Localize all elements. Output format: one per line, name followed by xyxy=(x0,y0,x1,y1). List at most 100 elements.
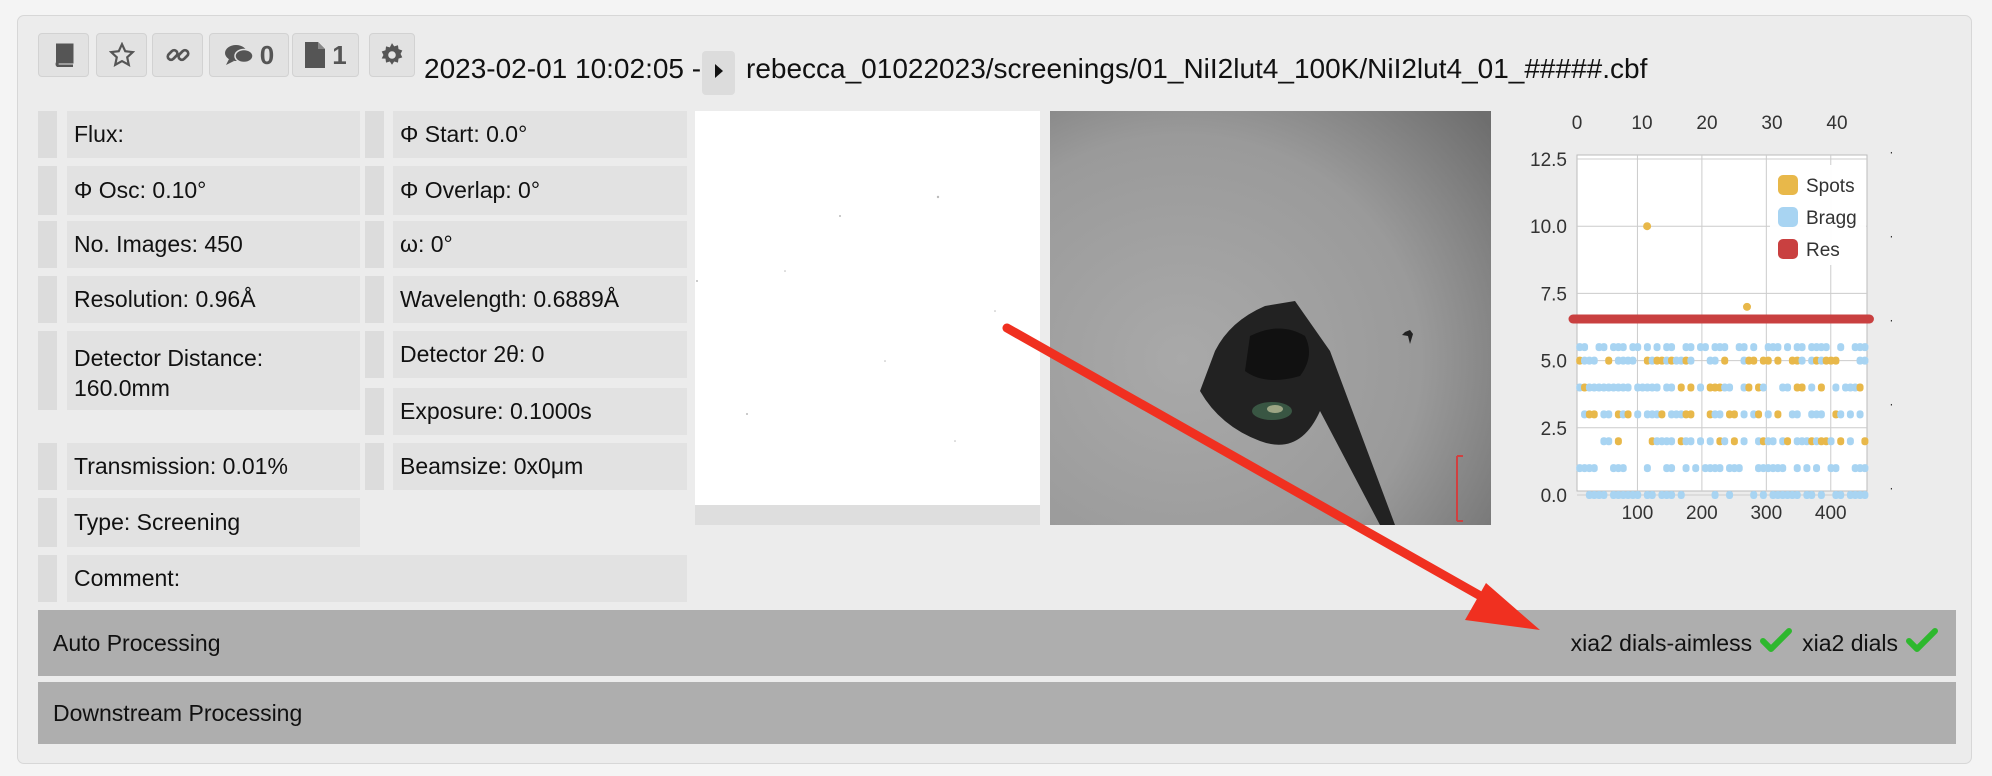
logbook-button[interactable] xyxy=(38,33,89,77)
data-point xyxy=(1793,464,1801,473)
y-right-tick-label: -1.000 xyxy=(1890,310,1892,331)
x-bottom-tick-label: 200 xyxy=(1686,503,1718,524)
data-point xyxy=(1832,356,1840,365)
data-point xyxy=(1643,464,1651,473)
data-point xyxy=(1590,356,1598,365)
settings-button[interactable] xyxy=(369,33,415,77)
row-handle xyxy=(38,331,57,410)
comments-button[interactable]: 0 xyxy=(209,33,289,77)
legend-swatch xyxy=(1778,239,1798,259)
data-point xyxy=(1697,437,1705,446)
data-point xyxy=(1764,356,1772,365)
comments-count: 0 xyxy=(259,39,275,70)
attachments-count: 1 xyxy=(332,39,347,70)
data-point xyxy=(1711,356,1719,365)
data-point xyxy=(1817,491,1825,499)
attachments-button[interactable]: 1 xyxy=(292,33,359,77)
data-point xyxy=(1730,437,1738,446)
data-point xyxy=(1784,437,1792,446)
data-point xyxy=(1634,410,1642,419)
data-point xyxy=(1706,437,1714,446)
comments-icon xyxy=(224,43,254,67)
processing-status-item[interactable]: xia2 dials-aimless xyxy=(1571,627,1793,659)
x-top-tick-label: 30 xyxy=(1761,113,1782,134)
data-point xyxy=(1861,437,1869,446)
y-left-tick-label: 12.5 xyxy=(1530,150,1567,171)
data-point xyxy=(1629,356,1637,365)
data-point xyxy=(1614,437,1622,446)
processing-status-item[interactable]: xia2 dials xyxy=(1802,627,1938,659)
expand-path-button[interactable] xyxy=(702,51,735,95)
data-point xyxy=(1793,491,1801,499)
permalink-button[interactable] xyxy=(152,33,203,77)
data-point xyxy=(1605,410,1613,419)
data-point xyxy=(1726,383,1734,392)
downstream-processing-section[interactable]: Downstream Processing xyxy=(38,682,1956,744)
omega-value: ω: 0° xyxy=(393,221,687,268)
y-right-tick-label: -1.010 xyxy=(1890,142,1892,163)
gear-icon xyxy=(379,42,405,68)
data-point xyxy=(1687,383,1695,392)
y-right-tick-label: -0.995 xyxy=(1890,394,1892,415)
row-handle xyxy=(365,388,384,435)
downstream-processing-label: Downstream Processing xyxy=(53,699,303,726)
data-point xyxy=(1605,356,1613,365)
data-point xyxy=(1837,491,1845,499)
comment-value[interactable]: Comment: xyxy=(67,555,687,602)
exposure-value: Exposure: 0.1000s xyxy=(393,388,687,435)
row-handle xyxy=(38,443,57,490)
data-point xyxy=(1769,437,1777,446)
legend-label: Res xyxy=(1806,240,1840,261)
data-point xyxy=(1668,464,1676,473)
data-point xyxy=(1813,464,1821,473)
crystal-snapshot[interactable] xyxy=(1050,111,1491,525)
transmission-value: Transmission: 0.01% xyxy=(67,443,360,490)
x-bottom-tick-label: 100 xyxy=(1622,503,1654,524)
data-point xyxy=(1600,491,1608,499)
row-handle xyxy=(365,111,384,158)
data-point xyxy=(1755,410,1763,419)
data-point xyxy=(1687,356,1695,365)
experiment-type-value: Type: Screening xyxy=(67,498,360,547)
data-point xyxy=(1745,383,1753,392)
data-point xyxy=(1784,383,1792,392)
data-point xyxy=(1687,437,1695,446)
favourite-button[interactable] xyxy=(96,33,147,77)
data-point xyxy=(1803,464,1811,473)
row-handle xyxy=(38,555,57,602)
data-point xyxy=(1750,343,1758,352)
x-bottom-tick-label: 300 xyxy=(1750,503,1782,524)
data-point xyxy=(1837,343,1845,352)
data-point xyxy=(1668,343,1676,352)
data-point xyxy=(1861,491,1869,499)
auto-processing-section[interactable]: Auto Processing xia2 dials-aimless xia2 … xyxy=(38,610,1956,676)
data-point xyxy=(1701,343,1709,352)
auto-processing-label: Auto Processing xyxy=(53,629,221,656)
row-handle xyxy=(38,276,57,323)
data-point xyxy=(1677,383,1685,392)
data-point xyxy=(1682,464,1690,473)
x-bottom-tick-label: 400 xyxy=(1815,503,1847,524)
row-handle xyxy=(38,498,57,547)
detector-two-theta-value: Detector 2θ: 0 xyxy=(393,331,687,378)
data-point xyxy=(1658,410,1666,419)
data-point xyxy=(1624,383,1632,392)
data-point xyxy=(1619,343,1627,352)
data-point xyxy=(1861,464,1869,473)
y-left-tick-label: 2.5 xyxy=(1541,419,1567,440)
data-point xyxy=(1605,437,1613,446)
data-point xyxy=(1764,410,1772,419)
data-point xyxy=(1779,464,1787,473)
check-icon xyxy=(1906,627,1938,659)
x-top-tick-label: 40 xyxy=(1826,113,1847,134)
data-point xyxy=(1600,343,1608,352)
data-point xyxy=(1793,410,1801,419)
data-point xyxy=(1750,356,1758,365)
data-point xyxy=(1774,343,1782,352)
diffraction-image-footer xyxy=(695,505,1040,525)
file-icon xyxy=(304,41,326,69)
y-left-tick-label: 10.0 xyxy=(1530,217,1567,238)
data-point xyxy=(1619,464,1627,473)
y-left-tick-label: 7.5 xyxy=(1541,284,1567,305)
diffraction-image[interactable] xyxy=(695,111,1040,525)
